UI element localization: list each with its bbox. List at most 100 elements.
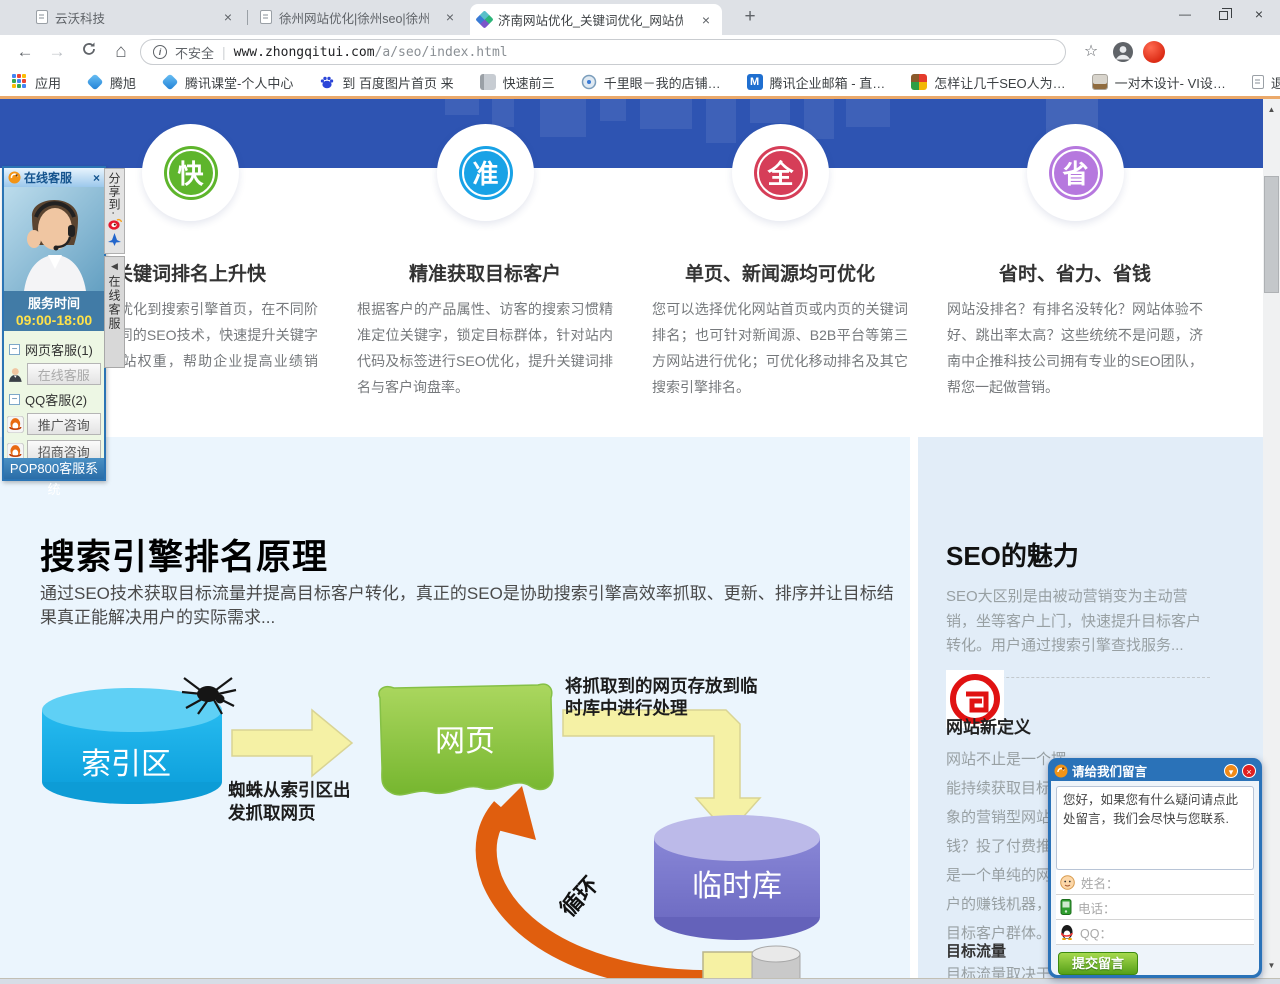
feature-circle-save: 省 (1027, 124, 1124, 221)
qq-service-group[interactable]: − QQ客服(2) (9, 390, 101, 409)
full-badge-icon: 全 (754, 146, 808, 200)
browser-menu-button[interactable] (1143, 41, 1165, 63)
fast-badge-icon: 快 (164, 146, 218, 200)
spider-caption-line2: 发抓取网页 (227, 803, 316, 823)
bookmark-apps[interactable]: 应用 (12, 73, 61, 92)
collapse-minus-icon[interactable]: − (9, 344, 20, 355)
feature-title: 省时、省力、省钱 (945, 259, 1205, 286)
name-label: 姓名： (1081, 873, 1119, 892)
online-service-row[interactable]: 在线客服 (7, 363, 101, 385)
feature-circle-full: 全 (732, 124, 829, 221)
bookmark-baidu-images[interactable]: 到 百度图片首页 来 (319, 73, 453, 92)
profile-avatar-icon[interactable] (1112, 41, 1134, 63)
forward-button[interactable]: → (44, 39, 70, 65)
qq-promo-row[interactable]: 推广咨询 (7, 413, 101, 435)
bookmark-star-icon[interactable]: ☆ (1078, 39, 1104, 65)
greeting-message-box[interactable]: 您好，如果您有什么疑问请点此处留言，我们会尽快与您联系. (1056, 786, 1254, 870)
browser-toolbar: ← → ⌂ i 不安全 | www.zhongqitui.com/a/seo/i… (0, 35, 1280, 68)
renren-icon[interactable] (108, 232, 121, 246)
bookmark-qianliyan[interactable]: 千里眼－我的店铺… (581, 73, 721, 92)
service-panel-titlebar[interactable]: 在线客服 × (4, 168, 104, 187)
weibo-icon[interactable] (108, 218, 122, 230)
bookmark-label: 应用 (35, 73, 61, 92)
tab-xuzhou[interactable]: 徐州网站优化|徐州seo|徐州网站 × (252, 0, 466, 34)
bookmark-label: 千里眼－我的店铺… (604, 73, 721, 92)
page-icon (260, 10, 272, 24)
qq-label: QQ： (1080, 923, 1112, 942)
message-popup-body: 您好，如果您有什么疑问请点此处留言，我们会尽快与您联系. 姓名： 电话： QQ：… (1051, 781, 1259, 975)
popup-close-icon[interactable]: × (1242, 764, 1256, 778)
bookmark-label: 怎样让几千SEO人为… (934, 73, 1065, 92)
group-label: 网页客服(1) (25, 340, 93, 359)
bookmark-label: 退出 (1271, 73, 1280, 92)
url-text: www.zhongqitui.com/a/seo/index.html (234, 45, 508, 60)
address-bar[interactable]: i 不安全 | www.zhongqitui.com/a/seo/index.h… (140, 39, 1066, 65)
url-host: www.zhongqitui.com (234, 45, 375, 60)
loop-label: 循环 (555, 872, 603, 921)
page-scrollbar[interactable]: ▲ ▼ (1263, 99, 1280, 978)
qq-field[interactable]: QQ： (1056, 920, 1254, 945)
back-button[interactable]: ← (12, 39, 38, 65)
bookmark-tengxu[interactable]: 腾旭 (87, 73, 136, 92)
section-intro: 通过SEO技术获取目标流量并提高目标客户转化，真正的SEO是协助搜索引擎高效率抓… (40, 582, 908, 630)
scroll-up-icon[interactable]: ▲ (1263, 105, 1280, 114)
bookmark-design[interactable]: 一对木设计- VI设… (1092, 73, 1226, 92)
submit-message-button[interactable]: 提交留言 (1058, 952, 1138, 975)
banner-decoration (640, 99, 692, 129)
feature-text: 根据客户的产品属性、访客的搜索习惯精准定位关键字，锁定目标群体，针对站内代码及标… (357, 296, 613, 400)
reload-icon (81, 41, 97, 57)
window-close-button[interactable]: × (1244, 2, 1274, 27)
sidebar-paragraph-seo: SEO大区别是由被动营销变为主动营销，坐等客户上门，快速提升目标客户转化。用户通… (946, 585, 1214, 659)
home-button[interactable]: ⌂ (108, 39, 134, 65)
collapse-minus-icon[interactable]: − (9, 394, 20, 405)
name-field[interactable]: 姓名： (1056, 870, 1254, 895)
qq-icon (7, 416, 24, 433)
reload-button[interactable] (76, 39, 102, 65)
address-divider: | (222, 44, 226, 60)
message-popup: 请给我们留言 ▾ × 您好，如果您有什么疑问请点此处留言，我们会尽快与您联系. … (1048, 758, 1262, 978)
service-hours-value: 09:00-18:00 (4, 312, 104, 328)
index-db-label: 索引区 (81, 748, 171, 781)
scroll-down-icon[interactable]: ▼ (1263, 961, 1280, 970)
save-badge-icon: 省 (1049, 146, 1103, 200)
service-panel-close-icon[interactable]: × (93, 171, 100, 185)
share-widget: 分享到· (104, 168, 125, 254)
bookmark-kuaisu[interactable]: 快速前三 (480, 73, 555, 92)
site-favicon-icon (475, 10, 493, 28)
section-heading: 搜索引擎排名原理 (40, 529, 328, 580)
new-tab-button[interactable]: + (737, 5, 763, 31)
window-minimize-button[interactable]: — (1170, 2, 1200, 27)
tab-yunwo[interactable]: 云沃科技 × (28, 0, 244, 34)
bookmarks-bar: 应用 腾旭 腾讯课堂-个人中心 到 百度图片首页 来 快速前三 千里眼－我的店铺… (0, 68, 1280, 96)
store-caption-line2: 时库中进行处理 (565, 698, 688, 718)
banner-decoration (750, 99, 790, 123)
feature-circle-precise: 准 (437, 124, 534, 221)
bookmark-seo-article[interactable]: 怎样让几千SEO人为… (911, 73, 1065, 92)
tab-jinan-active[interactable]: 济南网站优化_关键词优化_网站优 × (470, 4, 722, 35)
tab-close-icon[interactable]: × (698, 12, 714, 28)
bookmark-label: 一对木设计- VI设… (1115, 73, 1226, 92)
banner-decoration (600, 99, 626, 121)
web-service-group[interactable]: − 网页客服(1) (9, 340, 101, 359)
bookmark-label: 腾讯企业邮箱 - 直… (770, 73, 886, 92)
window-restore-button[interactable] (1208, 2, 1238, 27)
tab-close-icon[interactable]: × (220, 9, 236, 25)
bookmark-exmail[interactable]: M 腾讯企业邮箱 - 直… (747, 73, 886, 92)
online-service-tab[interactable]: ◀ 在线客服 (104, 256, 125, 368)
phone-field[interactable]: 电话： (1056, 895, 1254, 920)
online-service-button[interactable]: 在线客服 (27, 363, 101, 385)
group-label: QQ客服(2) (25, 390, 87, 409)
pop800-footer[interactable]: POP800客服系统 (4, 458, 104, 479)
message-popup-titlebar[interactable]: 请给我们留言 ▾ × (1051, 760, 1259, 781)
scrollbar-thumb[interactable] (1264, 176, 1279, 293)
bookmark-tencent-classroom[interactable]: 腾讯课堂-个人中心 (162, 73, 293, 92)
bookmark-exit[interactable]: 退出 (1252, 73, 1280, 92)
webpage-label: 网页 (435, 725, 495, 758)
bookmark-label: 腾旭 (110, 73, 136, 92)
qq-promo-button[interactable]: 推广咨询 (27, 413, 101, 435)
tab-close-icon[interactable]: × (442, 9, 458, 25)
info-icon[interactable]: i (153, 45, 167, 59)
popup-minimize-icon[interactable]: ▾ (1224, 764, 1238, 778)
agent-photo (4, 187, 104, 291)
phone-label: 电话： (1078, 898, 1116, 917)
